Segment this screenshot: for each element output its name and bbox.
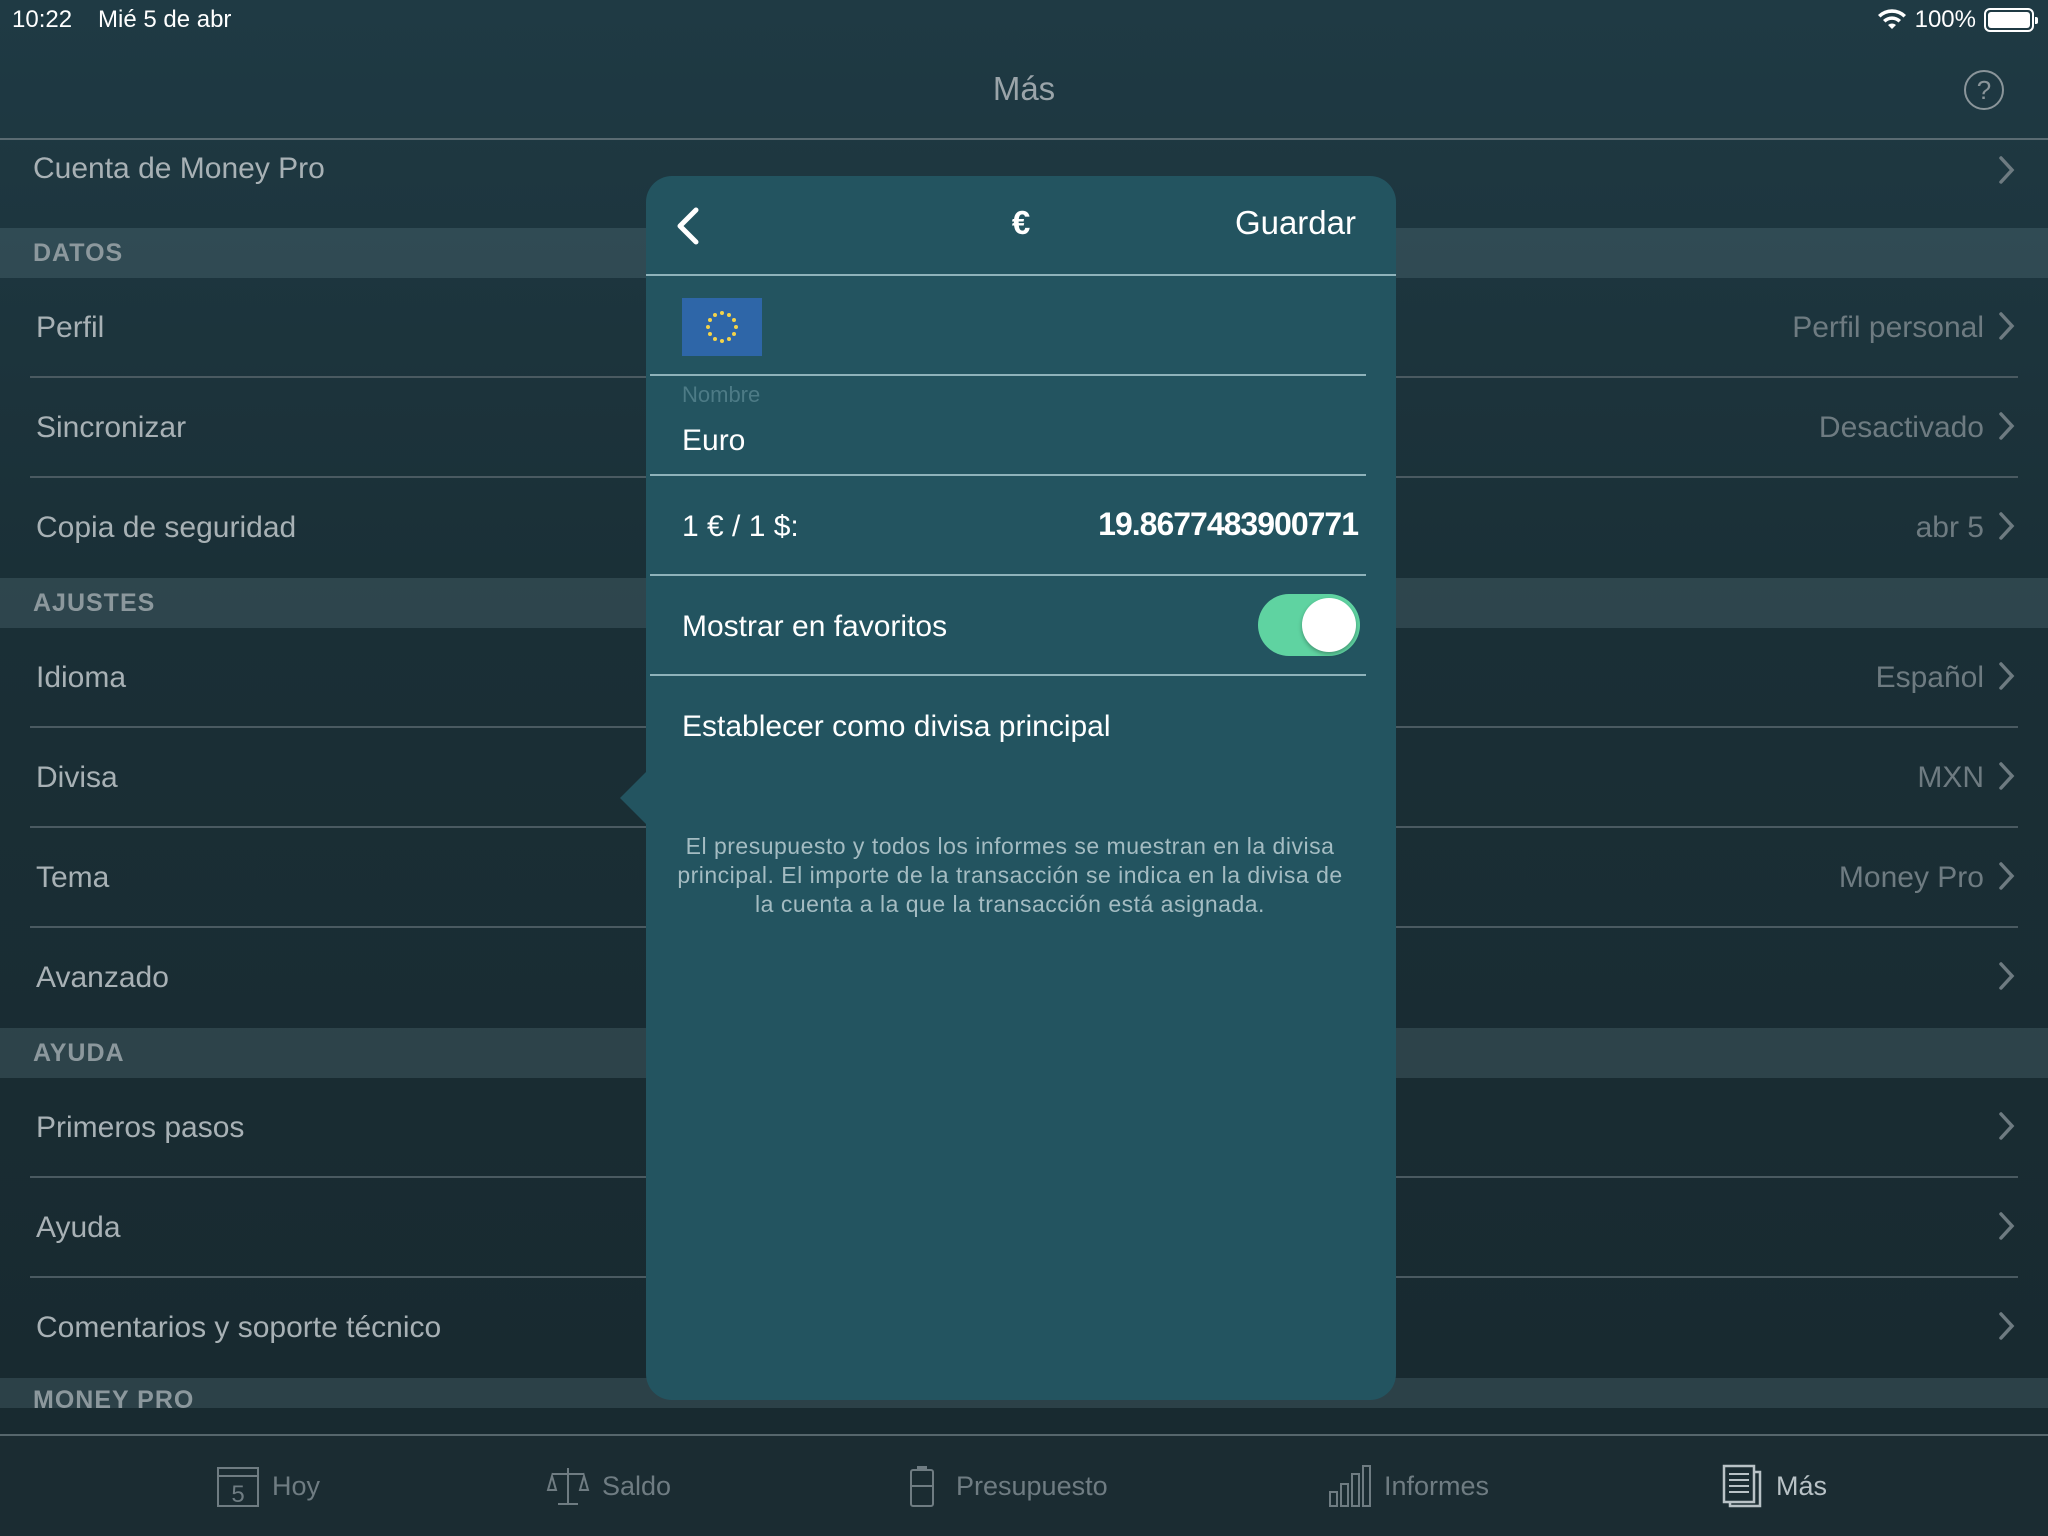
row-label: Sincronizar xyxy=(36,411,187,444)
name-field[interactable]: Euro xyxy=(682,424,745,458)
row-label: Avanzado xyxy=(36,961,169,994)
chevron-right-icon xyxy=(1999,962,2015,990)
tab-label: Más xyxy=(1776,1470,1828,1501)
divider xyxy=(650,674,1366,676)
row-value: MXN xyxy=(1917,761,1984,794)
rate-field[interactable]: 19.8677483900771 xyxy=(1098,506,1359,543)
status-time: 10:22 xyxy=(12,6,73,33)
navigation-bar: Más ? xyxy=(0,40,2048,140)
tab-saldo[interactable]: Saldo xyxy=(546,1464,671,1508)
popover-header: € Guardar xyxy=(646,176,1396,276)
chevron-right-icon xyxy=(1999,512,2015,540)
chevron-right-icon xyxy=(1999,862,2015,890)
row-value: abr 5 xyxy=(1915,511,1984,544)
calendar-icon: 5 xyxy=(217,1467,259,1508)
tab-presupuesto[interactable]: Presupuesto xyxy=(900,1464,1108,1508)
chevron-right-icon xyxy=(1999,1112,2015,1140)
chevron-right-icon xyxy=(1999,412,2015,440)
eu-flag-icon[interactable] xyxy=(682,298,762,356)
bar-chart-icon xyxy=(1329,1465,1371,1507)
row-label: Ayuda xyxy=(36,1211,121,1244)
status-right: 100% xyxy=(1877,6,2038,34)
favorites-toggle[interactable] xyxy=(1258,594,1360,656)
chevron-right-icon xyxy=(1999,762,2015,790)
row-value: Español xyxy=(1875,661,1984,694)
row-value: Money Pro xyxy=(1838,861,1984,894)
row-label: Divisa xyxy=(36,761,118,794)
chevron-right-icon xyxy=(1999,1212,2015,1240)
battery-percent: 100% xyxy=(1914,6,1976,33)
tab-informes[interactable]: Informes xyxy=(1328,1464,1489,1508)
tab-label: Presupuesto xyxy=(956,1470,1108,1501)
row-label: Comentarios y soporte técnico xyxy=(36,1311,442,1344)
status-date: Mié 5 de abr xyxy=(98,6,232,33)
name-caption: Nombre xyxy=(682,382,761,407)
row-label: Perfil xyxy=(36,311,105,344)
divider xyxy=(650,474,1366,476)
popover-arrow xyxy=(620,772,646,824)
currency-popover: € Guardar Nombre Euro 1 € / 1 $: 19.8677… xyxy=(620,176,1396,1400)
scale-icon xyxy=(546,1468,590,1505)
battery-fill xyxy=(1988,12,2030,28)
tab-label: Saldo xyxy=(602,1470,672,1501)
chevron-right-icon xyxy=(1999,156,2015,184)
app-root: 10:22 Mié 5 de abr 100% Más ? Cuenta de … xyxy=(0,0,2048,1536)
favorites-label: Mostrar en favoritos xyxy=(682,610,948,643)
divider xyxy=(650,374,1366,376)
tab-hoy[interactable]: 5 Hoy xyxy=(216,1464,320,1508)
row-label: Primeros pasos xyxy=(36,1111,245,1144)
row-label: Tema xyxy=(36,861,110,894)
row-value: Perfil personal xyxy=(1792,311,1984,344)
chevron-right-icon xyxy=(1999,1312,2015,1340)
toggle-knob xyxy=(1302,598,1356,652)
help-button[interactable]: ? xyxy=(1964,70,2004,110)
rate-label: 1 € / 1 $: xyxy=(682,510,799,543)
row-label: Cuenta de Money Pro xyxy=(33,152,325,185)
divider xyxy=(650,574,1366,576)
info-note: El presupuesto y todos los informes se m… xyxy=(677,833,1343,917)
tab-bar: 5 Hoy Saldo Presupuesto Informes Más xyxy=(0,1434,2048,1536)
tab-label: Hoy xyxy=(272,1470,321,1501)
page-title: Más xyxy=(992,70,1056,107)
tab-label: Informes xyxy=(1384,1470,1490,1501)
row-value: Desactivado xyxy=(1818,411,1984,444)
set-main-currency-button[interactable]: Establecer como divisa principal xyxy=(682,710,1111,744)
tab-mas[interactable]: Más xyxy=(1720,1464,1827,1508)
status-bar: 10:22 Mié 5 de abr 100% xyxy=(0,0,2048,40)
row-label: Copia de seguridad xyxy=(36,511,297,544)
save-button[interactable]: Guardar xyxy=(1235,204,1356,242)
wifi-icon xyxy=(1877,9,1906,29)
chevron-right-icon xyxy=(1999,662,2015,690)
chevron-right-icon xyxy=(1999,312,2015,340)
calendar-day: 5 xyxy=(231,1481,244,1508)
battery-icon xyxy=(1984,8,2038,32)
document-list-icon xyxy=(1722,1464,1762,1508)
battery-budget-icon xyxy=(910,1466,934,1507)
row-label: Idioma xyxy=(36,661,127,694)
